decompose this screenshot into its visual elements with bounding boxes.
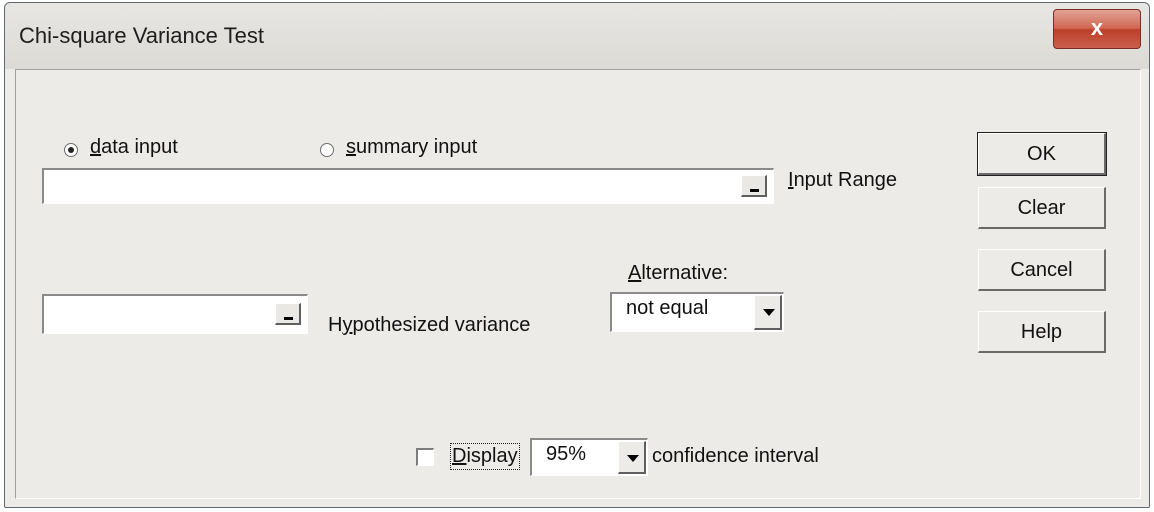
clear-button[interactable]: Clear: [978, 187, 1106, 229]
hypothesized-variance-label-rest: pothesized variance: [352, 314, 531, 336]
confidence-level-value: 95%: [546, 443, 587, 465]
data-input-label-rest: ata input: [101, 136, 178, 158]
hypothesized-variance-label: Hypothesized variance: [328, 314, 530, 337]
confidence-chevron-down-icon[interactable]: [618, 441, 646, 474]
confidence-interval-label: confidence interval: [652, 445, 819, 467]
hypothesized-variance-label-start: H: [328, 314, 343, 336]
summary-input-radio[interactable]: [320, 143, 334, 157]
alternative-label: Alternative:: [628, 262, 728, 285]
hypothesized-variance-accesskey: y: [342, 314, 353, 336]
close-button[interactable]: x: [1053, 9, 1141, 49]
alternative-value: not equal: [626, 297, 709, 319]
display-ci-label[interactable]: Display: [450, 443, 520, 470]
input-range-label-rest: nput Range: [793, 169, 897, 191]
input-range-collapse-button[interactable]: [741, 175, 767, 197]
hypothesized-variance-collapse-button[interactable]: [275, 303, 301, 325]
close-icon: x: [1090, 15, 1104, 40]
alternative-label-rest: lternative:: [641, 262, 729, 284]
cancel-button[interactable]: Cancel: [978, 249, 1106, 291]
alternative-accesskey: A: [628, 262, 642, 284]
data-input-accesskey: d: [90, 136, 102, 158]
ok-button[interactable]: OK: [977, 132, 1107, 176]
summary-input-label-rest: ummary input: [356, 136, 478, 158]
data-input-label[interactable]: data input: [90, 136, 178, 159]
display-ci-checkbox[interactable]: [416, 448, 434, 466]
dialog-window: Chi-square Variance Test x data input su…: [4, 2, 1150, 508]
hypothesized-variance-field[interactable]: [42, 294, 308, 334]
summary-input-accesskey: s: [346, 136, 356, 158]
title-bar[interactable]: Chi-square Variance Test x: [5, 3, 1149, 69]
display-accesskey: D: [452, 445, 467, 467]
window-title: Chi-square Variance Test: [19, 23, 264, 48]
data-input-radio[interactable]: [64, 143, 78, 157]
alternative-chevron-down-icon[interactable]: [754, 295, 782, 330]
summary-input-label[interactable]: summary input: [346, 136, 477, 159]
alternative-dropdown[interactable]: not equal: [610, 292, 784, 332]
input-range-label: Input Range: [788, 169, 897, 192]
input-range-field[interactable]: [42, 168, 774, 204]
dialog-body: data input summary input Input Range Alt…: [15, 69, 1141, 499]
confidence-level-dropdown[interactable]: 95%: [530, 438, 648, 476]
display-label-rest: isplay: [466, 445, 518, 467]
help-button[interactable]: Help: [978, 311, 1106, 353]
